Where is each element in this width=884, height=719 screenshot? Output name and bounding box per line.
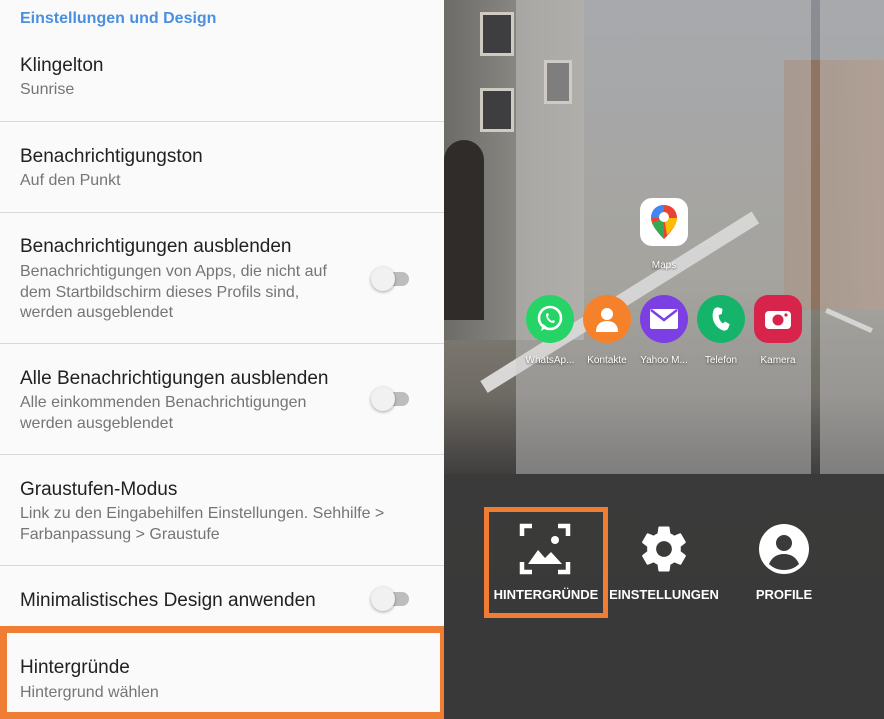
setting-subtitle: Auf den Punkt: [20, 172, 121, 189]
app-label-yahoo-mail: Yahoo M...: [640, 355, 688, 366]
whatsapp-icon[interactable]: [526, 295, 574, 343]
toggle-thumb: [371, 267, 395, 291]
action-label-profiles[interactable]: PROFILE: [744, 587, 824, 602]
app-label-camera: Kamera: [760, 355, 796, 366]
home-screen-preview: Maps WhatsAp... Kontakte Yahoo M... Tele…: [444, 0, 884, 719]
hide-all-notifications-toggle[interactable]: [371, 387, 411, 411]
phone-icon[interactable]: [697, 295, 745, 343]
app-label-maps: Maps: [651, 260, 677, 271]
wallpaper-doorway: [444, 140, 484, 320]
setting-title: Benachrichtigungen ausblenden: [20, 236, 292, 257]
settings-panel: Einstellungen und Design Klingelton Sunr…: [0, 0, 444, 719]
setting-subtitle: Alle einkommenden Benachrichtigungen wer…: [20, 394, 307, 432]
setting-grayscale-mode[interactable]: Graustufen-Modus Link zu den Eingabehilf…: [0, 455, 444, 566]
setting-title: Graustufen-Modus: [20, 479, 178, 500]
app-label-phone: Telefon: [704, 355, 738, 366]
setting-title: Alle Benachrichtigungen ausblenden: [20, 368, 329, 389]
wallpaper-window: [480, 88, 514, 132]
home-screen-page-next: [820, 0, 884, 474]
wallpaper-icon[interactable]: [518, 522, 572, 576]
camera-icon[interactable]: [754, 295, 802, 343]
maps-icon[interactable]: [640, 198, 688, 246]
mail-icon[interactable]: [640, 295, 688, 343]
setting-title: Benachrichtigungston: [20, 146, 203, 167]
wallpaper-window: [480, 12, 514, 56]
setting-subtitle: Link zu den Eingabehilfen Einstellungen.…: [20, 505, 385, 543]
profile-icon[interactable]: [757, 522, 811, 576]
setting-subtitle: Sunrise: [20, 81, 75, 98]
toggle-thumb: [371, 587, 395, 611]
app-label-contacts: Kontakte: [587, 355, 627, 366]
setting-title: Klingelton: [20, 55, 104, 76]
setting-subtitle: Benachrichtigungen von Apps, die nicht a…: [20, 263, 327, 321]
setting-title: Minimalistisches Design anwenden: [20, 590, 316, 611]
setting-ringtone[interactable]: Klingelton Sunrise: [0, 0, 444, 122]
setting-title: Hintergründe: [20, 657, 130, 678]
action-label-wallpapers[interactable]: HINTERGRÜNDE: [484, 587, 608, 602]
setting-hide-all-notifications[interactable]: Alle Benachrichtigungen ausblenden Alle …: [0, 344, 444, 455]
contacts-icon[interactable]: [583, 295, 631, 343]
gear-icon[interactable]: [637, 522, 691, 576]
app-label-whatsapp: WhatsAp...: [525, 355, 575, 366]
setting-wallpapers[interactable]: Hintergründe Hintergrund wählen: [0, 634, 444, 719]
action-label-settings[interactable]: EINSTELLUNGEN: [604, 587, 724, 602]
setting-subtitle: Hintergrund wählen: [20, 684, 159, 701]
minimal-design-toggle[interactable]: [371, 587, 411, 611]
setting-hide-notifications[interactable]: Benachrichtigungen ausblenden Benachrich…: [0, 213, 444, 344]
hide-notifications-toggle[interactable]: [371, 267, 411, 291]
setting-minimal-design[interactable]: Minimalistisches Design anwenden: [0, 566, 444, 634]
toggle-thumb: [371, 387, 395, 411]
setting-notification-sound[interactable]: Benachrichtigungston Auf den Punkt: [0, 122, 444, 213]
